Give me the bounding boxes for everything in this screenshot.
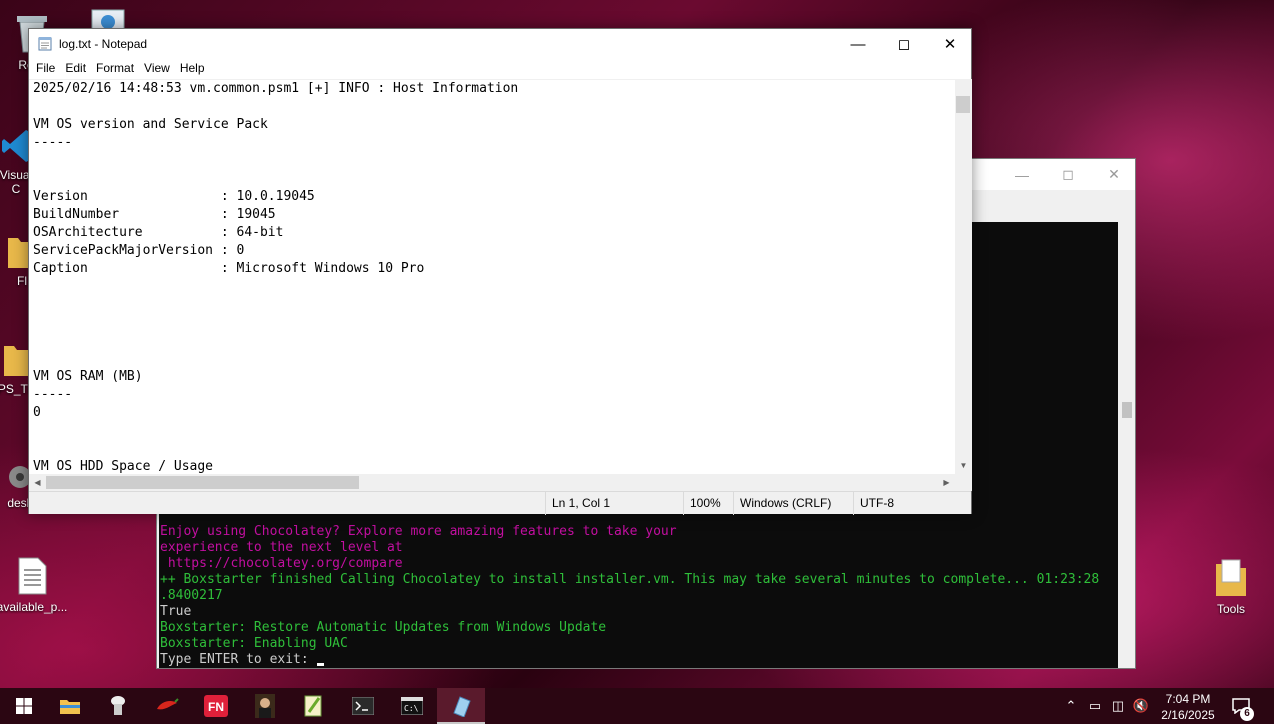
maximize-button[interactable]: ◻ — [881, 29, 927, 59]
terminal-line: Boxstarter: Restore Automatic Updates fr… — [160, 620, 607, 635]
menu-format[interactable]: Format — [91, 59, 139, 79]
status-line-ending: Windows (CRLF) — [733, 492, 853, 515]
scroll-right-icon[interactable]: ▶ — [938, 474, 955, 491]
taskbar-notepad[interactable] — [437, 688, 485, 724]
clock-time: 7:04 PM — [1165, 692, 1211, 706]
terminal-line: Enjoy using Chocolatey? Explore more ama… — [160, 524, 677, 539]
start-button[interactable] — [0, 688, 48, 724]
terminal-line: experience to the next level at — [160, 540, 403, 555]
folder-icon — [1216, 559, 1246, 596]
taskbar-clock[interactable]: 7:04 PM 2/16/2025 — [1148, 691, 1228, 723]
scroll-left-icon[interactable]: ◀ — [29, 474, 46, 491]
notification-count-badge: 6 — [1240, 707, 1254, 721]
scrollbar-thumb[interactable] — [46, 476, 359, 489]
svg-text:FN: FN — [208, 700, 224, 714]
notepadpp-icon — [304, 695, 322, 717]
desktop-icon-label: available_p... — [0, 600, 68, 614]
scroll-down-icon[interactable]: ▼ — [955, 457, 972, 474]
status-encoding: UTF-8 — [853, 492, 971, 515]
taskbar-chili-app[interactable] — [143, 688, 191, 724]
taskbar-file-explorer[interactable] — [46, 688, 94, 724]
terminal-icon — [352, 697, 374, 715]
scrollbar-thumb[interactable] — [956, 96, 970, 113]
terminal-line: ++ Boxstarter finished Calling Chocolate… — [160, 572, 1100, 587]
scrollbar-corner — [955, 474, 972, 491]
status-bar: Ln 1, Col 1 100% Windows (CRLF) UTF-8 — [29, 491, 971, 515]
notepad-app-icon — [38, 37, 52, 51]
svg-text:C:\: C:\ — [404, 704, 419, 713]
action-center-button[interactable]: 6 — [1228, 688, 1262, 724]
desktop-icon-available-p[interactable]: available_p... — [0, 556, 70, 614]
text-cursor — [316, 663, 324, 666]
taskbar-fn-app[interactable]: FN — [192, 688, 240, 724]
taskbar-notepadpp[interactable] — [290, 688, 338, 724]
chili-pepper-icon — [157, 698, 179, 710]
file-explorer-icon — [60, 700, 80, 714]
terminal-line: True — [160, 604, 192, 619]
scrollbar-thumb[interactable] — [1122, 402, 1132, 418]
terminal-scrollbar[interactable] — [1118, 190, 1135, 668]
desktop-icon-tools[interactable]: Tools — [1193, 556, 1269, 616]
command-prompt-icon: C:\ — [401, 697, 423, 715]
fn-logo-icon: FN — [204, 695, 228, 717]
text-editor-area[interactable]: 2025/02/16 14:48:53 vm.common.psm1 [+] I… — [29, 79, 955, 474]
notepad-window[interactable]: log.txt - Notepad — ◻ ✕ File Edit Format… — [28, 28, 972, 515]
terminal-prompt: Type ENTER to exit: — [160, 652, 317, 667]
vertical-scrollbar[interactable]: ▼ — [955, 79, 972, 474]
terminal-line: https://chocolatey.org/compare — [160, 556, 403, 571]
notepad-icon — [453, 696, 471, 717]
close-button[interactable]: ✕ — [927, 29, 973, 59]
window-title: log.txt - Notepad — [59, 37, 148, 51]
taskbar-chef-app[interactable] — [94, 688, 142, 724]
menu-file[interactable]: File — [31, 59, 60, 79]
volume-muted-icon[interactable]: 🔇 — [1133, 697, 1149, 715]
text-document-icon — [18, 557, 47, 595]
taskbar-powershell[interactable] — [339, 688, 387, 724]
menu-edit[interactable]: Edit — [60, 59, 91, 79]
minimize-button[interactable]: — — [835, 29, 881, 59]
taskbar-cmd[interactable]: C:\ — [388, 688, 436, 724]
network-tray-icon[interactable]: ◫ — [1110, 697, 1126, 715]
desktop-icon-label: Tools — [1216, 602, 1245, 616]
menu-view[interactable]: View — [139, 59, 175, 79]
terminal-line: .8400217 — [160, 588, 223, 603]
notepad-titlebar[interactable]: log.txt - Notepad — ◻ ✕ — [29, 29, 971, 59]
maximize-button[interactable]: ◻ — [1045, 159, 1091, 190]
windows-logo-icon — [16, 698, 32, 714]
menu-help[interactable]: Help — [175, 59, 210, 79]
taskbar-portrait-app[interactable] — [241, 688, 289, 724]
status-zoom: 100% — [683, 492, 733, 515]
chef-icon — [111, 696, 125, 715]
taskbar: FN C:\ ⌃ ▭ ◫ 🔇 7:04 PM 2/16/2025 6 — [0, 688, 1274, 724]
status-cursor-position: Ln 1, Col 1 — [545, 492, 683, 515]
portrait-icon — [255, 694, 275, 718]
minimize-button[interactable]: — — [999, 159, 1045, 190]
horizontal-scrollbar[interactable]: ◀ ▶ — [29, 474, 955, 491]
show-hidden-icons-chevron-icon[interactable]: ⌃ — [1063, 697, 1079, 715]
menu-bar: File Edit Format View Help — [29, 59, 971, 79]
close-button[interactable]: ✕ — [1091, 159, 1137, 190]
terminal-line: Boxstarter: Enabling UAC — [160, 636, 348, 651]
clock-date: 2/16/2025 — [1161, 708, 1215, 722]
power-icon[interactable]: ▭ — [1087, 697, 1103, 715]
